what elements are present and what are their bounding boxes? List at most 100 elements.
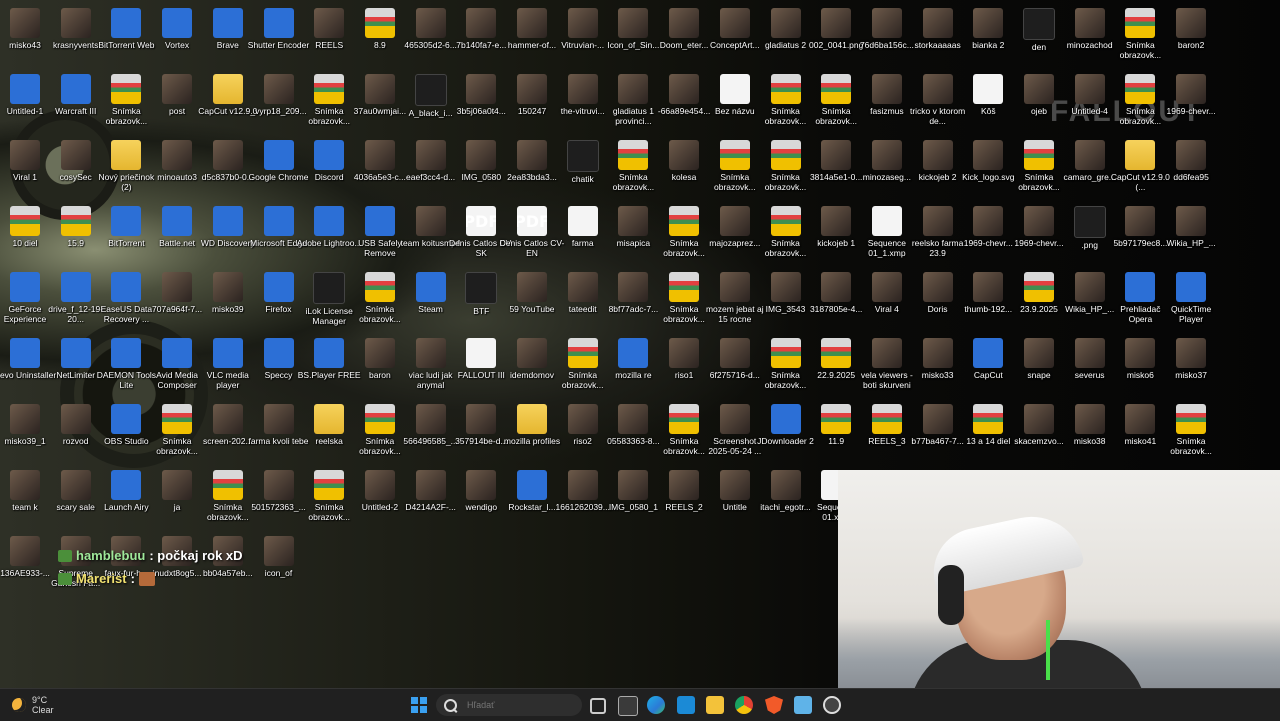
thumb-icon [517, 140, 547, 170]
thumb-icon [466, 74, 497, 104]
notepad-icon[interactable] [794, 696, 812, 714]
thumb-icon [973, 206, 1004, 236]
snip-icon [618, 140, 649, 170]
pdf-icon: PDF [466, 206, 497, 236]
thumb-icon [10, 8, 40, 38]
obs-icon[interactable] [823, 696, 841, 714]
snip-icon [770, 140, 801, 170]
thumb-icon [618, 206, 649, 236]
brave-icon[interactable] [765, 696, 783, 714]
photos-icon[interactable] [677, 696, 695, 714]
thumb-icon [1125, 206, 1156, 236]
desktop-icon[interactable]: Snímka obrazovk... [1158, 400, 1224, 466]
thumb-icon [1176, 74, 1207, 104]
desktop-icon-label: Snímka obrazovk... [1170, 436, 1212, 456]
moon-icon [12, 698, 26, 712]
microphone-cable [1046, 620, 1050, 680]
thumb-icon [1074, 338, 1105, 368]
snip-icon [1176, 404, 1207, 434]
desktop-icon[interactable]: Wikia_HP_... [1158, 202, 1224, 268]
app-icon [212, 206, 243, 236]
thumb-icon [1024, 206, 1054, 236]
snip-icon [364, 272, 395, 302]
thumb-icon [415, 206, 446, 236]
search-input[interactable] [465, 699, 569, 711]
thumb-icon [922, 140, 953, 170]
app-icon [111, 404, 142, 434]
snip-icon [719, 140, 750, 170]
dark-icon [414, 74, 447, 106]
thumb-icon [821, 272, 852, 302]
app-icon [973, 338, 1004, 368]
thumb-icon [10, 536, 40, 566]
thumb-icon [1074, 140, 1105, 170]
thumb-icon [567, 272, 598, 302]
snip-icon [111, 74, 142, 104]
snip-icon [770, 338, 801, 368]
desktop-icon[interactable]: dd6fea95 [1158, 136, 1224, 202]
desktop-icon[interactable]: icon_of [246, 532, 312, 598]
edge-icon[interactable] [647, 696, 665, 714]
app-icon [1125, 272, 1156, 302]
app-icon [10, 74, 40, 104]
thumb-icon [618, 404, 649, 434]
thumb-icon [1074, 404, 1105, 434]
thumb-icon [922, 206, 953, 236]
thumb-icon [517, 74, 547, 104]
thumb-icon [466, 8, 497, 38]
thumb-icon [871, 74, 902, 104]
thumb-icon [669, 338, 700, 368]
thumb-icon [922, 404, 953, 434]
app-icon [770, 404, 801, 434]
thumb-icon [1125, 338, 1156, 368]
thumb-icon [770, 470, 801, 500]
thumb-icon [567, 470, 598, 500]
snip-icon [364, 404, 395, 434]
chrome-icon[interactable] [735, 696, 753, 714]
chat-username: Marerist [76, 571, 127, 586]
thumb-icon [821, 8, 852, 38]
explorer-icon[interactable] [706, 696, 724, 714]
start-button[interactable] [411, 697, 427, 713]
snip-icon [669, 206, 700, 236]
app-icon [263, 140, 294, 170]
thumb-icon [567, 404, 598, 434]
app-icon [517, 470, 547, 500]
snip-icon [821, 404, 852, 434]
stream-chat-overlay: hamblebuu : počkaj rok xD Marerist : [58, 548, 243, 594]
taskbar-search[interactable] [436, 694, 582, 716]
thumb-icon [770, 8, 801, 38]
snip-icon [212, 470, 243, 500]
desktop-icon[interactable]: misko37 [1158, 334, 1224, 400]
folder-icon [314, 404, 345, 434]
desktop-icon[interactable]: 1969-chevr... [1158, 70, 1224, 136]
thumb-icon [212, 404, 243, 434]
task-view-icon[interactable] [590, 698, 606, 714]
thumb-icon [719, 404, 750, 434]
desktop-icon[interactable]: QuickTime Player [1158, 268, 1224, 334]
desktop-icon-label: icon_of [264, 568, 293, 578]
dark-icon [313, 272, 346, 304]
thumb-icon [871, 272, 902, 302]
app-icon [212, 8, 243, 38]
store-icon[interactable] [618, 696, 638, 716]
desktop-icon-label: 1969-chevr... [1166, 106, 1216, 116]
desktop-icon[interactable]: baron2 [1158, 4, 1224, 70]
weather-widget[interactable]: 9°C Clear [12, 695, 54, 715]
thumb-icon [1074, 8, 1105, 38]
thumb-icon [10, 470, 40, 500]
thumb-icon [415, 470, 446, 500]
webcam-overlay [838, 470, 1280, 688]
app-icon [162, 8, 193, 38]
thumb-icon [1125, 404, 1156, 434]
thumb-icon [973, 272, 1004, 302]
chat-username: hamblebuu [76, 548, 146, 563]
thumb-icon [871, 8, 902, 38]
dark-icon [465, 272, 498, 304]
app-icon [111, 8, 142, 38]
app-icon [111, 470, 142, 500]
thumb-icon [466, 140, 497, 170]
thumb-icon [1024, 74, 1054, 104]
snip-icon [770, 74, 801, 104]
snip-icon [60, 206, 91, 236]
